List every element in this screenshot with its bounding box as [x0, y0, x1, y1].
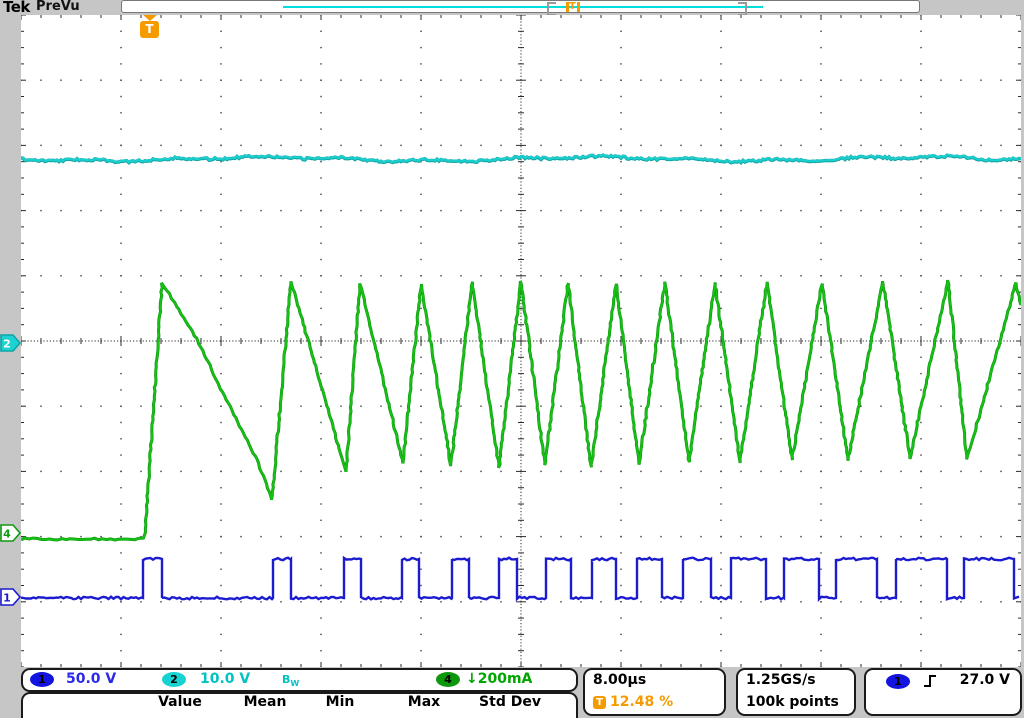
tek-logo: Tek [3, 0, 30, 16]
channel-4-marker-label: 4 [3, 528, 11, 541]
waveform-display: T [21, 15, 1021, 667]
channel-4-position-marker[interactable]: 4 [0, 524, 22, 542]
trigger-time-flag[interactable]: T [140, 15, 160, 39]
measurement-header-max: Max [408, 694, 440, 710]
channel-2-badge[interactable]: 2 [162, 672, 186, 687]
trigger-source-badge: 1 [886, 674, 910, 689]
record-length-readout: 100k points [746, 694, 839, 710]
record-view-bar[interactable]: T [121, 0, 920, 13]
trigger-level-readout: 27.0 V [960, 672, 1010, 688]
trace-ch1 [21, 558, 1019, 600]
channel-1-marker-label: 1 [3, 592, 11, 605]
rising-edge-slope-icon [922, 673, 938, 689]
trigger-time-flag-icon: T [140, 21, 159, 38]
record-waveform-line [283, 6, 763, 8]
channel-4-scale-readout: ↓200mA [466, 671, 532, 687]
record-window-left-bracket[interactable] [547, 2, 556, 16]
sample-rate-readout: 1.25GS/s [746, 672, 816, 688]
waveform-canvas [21, 15, 1021, 667]
oscilloscope-screen: { "header": { "brand": "Tek", "mode": "P… [0, 0, 1024, 710]
channel-1-badge[interactable]: 1 [30, 672, 54, 687]
trigger-readout-box[interactable]: 1 27.0 V [864, 668, 1022, 716]
channel-2-scale-readout: 10.0 V [200, 671, 250, 687]
top-status-bar: Tek PreVu T [0, 0, 1024, 15]
record-trigger-position-icon[interactable]: T [565, 1, 581, 13]
measurement-header-value: Value [158, 694, 202, 710]
channel-1-scale-readout: 50.0 V [66, 671, 116, 687]
measurement-header-std-dev: Std Dev [479, 694, 541, 710]
channel-1-position-marker[interactable]: 1 [0, 588, 22, 606]
measurement-header-min: Min [326, 694, 355, 710]
acquisition-readout-box[interactable]: 1.25GS/s 100k points [736, 668, 856, 716]
channel-2-marker-label: 2 [3, 338, 11, 351]
channel-2-bandwidth-limit-icon: BW [282, 673, 299, 688]
acquisition-mode-label: PreVu [36, 0, 80, 14]
channel-4-badge[interactable]: 4 [436, 672, 460, 687]
trigger-position-readout: 12.48 % [610, 694, 673, 710]
record-window-right-bracket[interactable] [738, 2, 747, 16]
measurement-header-mean: Mean [244, 694, 287, 710]
trigger-position-icon: T [593, 696, 606, 709]
horizontal-trigger-readout-box[interactable]: 8.00µs T 12.48 % [583, 668, 726, 716]
channel-2-position-marker[interactable]: 2 [0, 334, 22, 352]
horizontal-scale-readout: 8.00µs [593, 672, 646, 688]
